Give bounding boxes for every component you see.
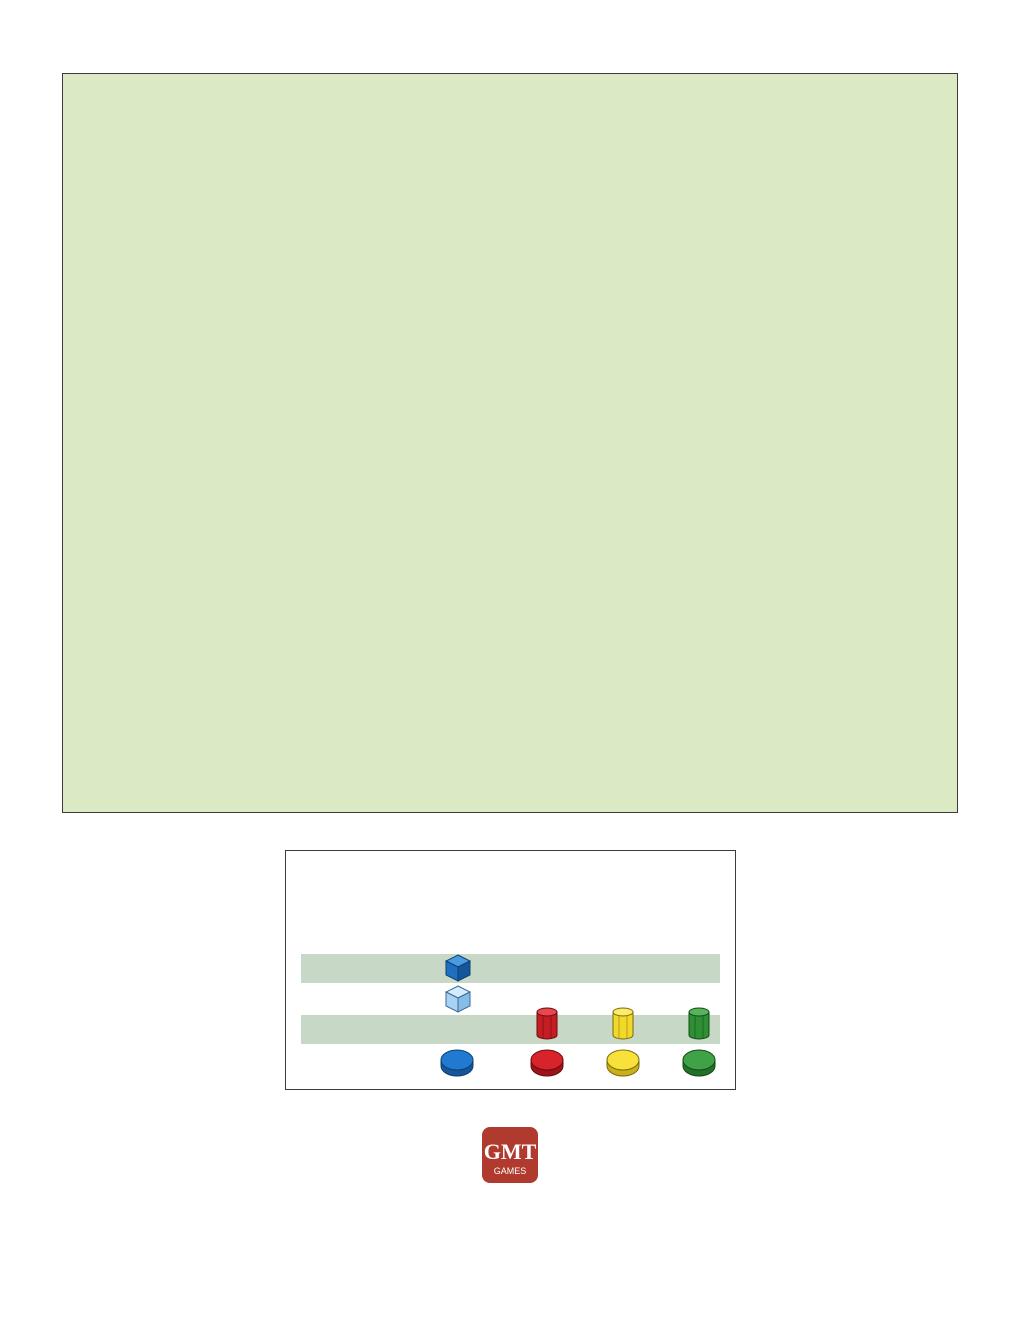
legend-band-1 xyxy=(301,954,720,983)
blue-disc-icon xyxy=(440,1049,474,1077)
logo-sub-text: GAMES xyxy=(494,1166,527,1176)
light-blue-cube-icon xyxy=(445,985,471,1013)
red-cylinder-icon xyxy=(536,1007,558,1040)
green-cylinder-icon xyxy=(688,1007,710,1040)
yellow-cylinder-icon xyxy=(612,1007,634,1040)
piece-legend xyxy=(285,850,736,1090)
red-disc-icon xyxy=(530,1049,564,1077)
blue-cube-icon xyxy=(445,954,471,982)
logo-main-text: GMT xyxy=(484,1139,537,1164)
green-disc-icon xyxy=(682,1049,716,1077)
legend-band-2 xyxy=(301,1015,720,1044)
gmt-games-logo: GMT GAMES xyxy=(482,1127,538,1183)
main-panel xyxy=(62,73,958,813)
yellow-disc-icon xyxy=(606,1049,640,1077)
